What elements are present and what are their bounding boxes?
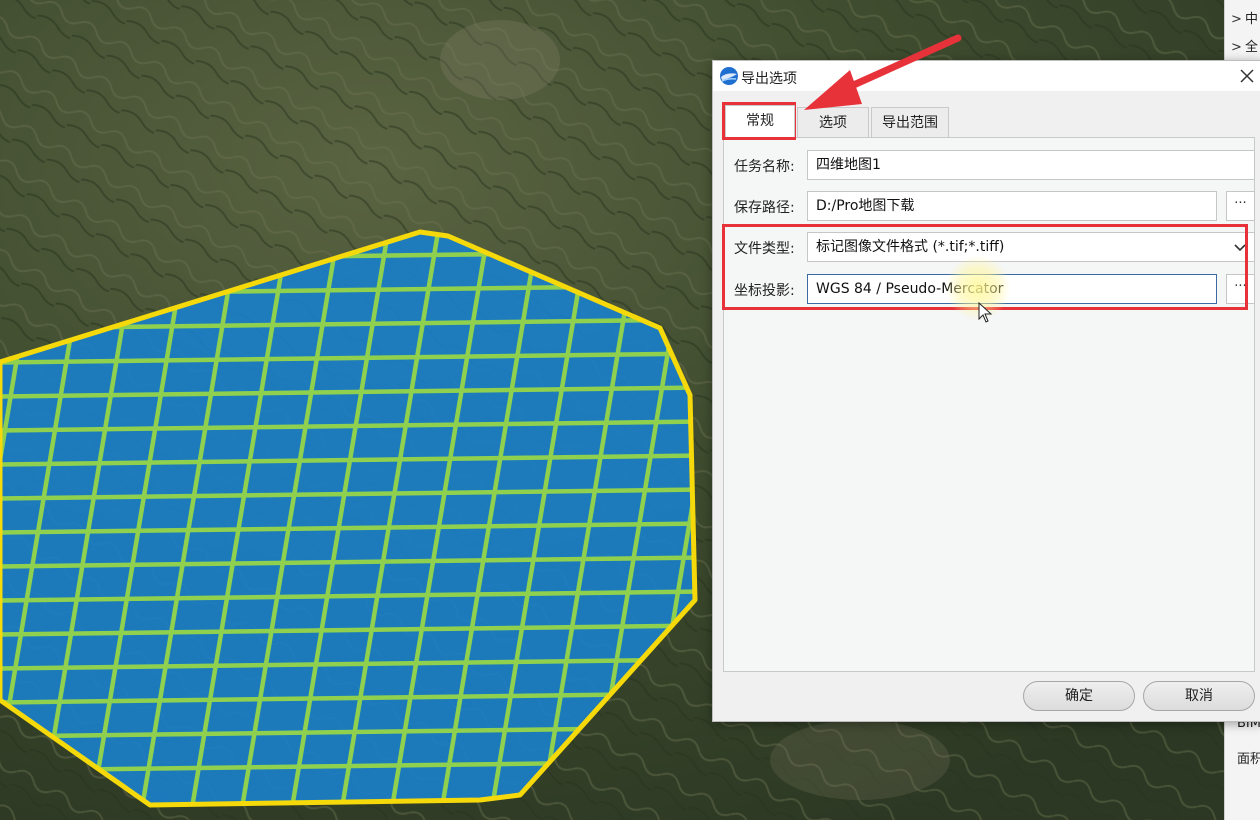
chevron-right-icon: >	[1231, 12, 1242, 27]
browse-path-button[interactable]: ···	[1226, 191, 1255, 221]
globe-icon	[720, 67, 738, 85]
tree-item-label: 中	[1245, 12, 1259, 27]
tree-item-label: 全	[1245, 40, 1259, 55]
cancel-button[interactable]: 取消	[1143, 681, 1255, 711]
ok-button[interactable]: 确定	[1023, 681, 1135, 711]
save-path-input[interactable]: D:/Pro地图下载	[807, 191, 1217, 221]
save-path-label: 保存路径:	[734, 200, 795, 216]
dialog-title: 导出选项	[741, 71, 797, 87]
tree-item-2[interactable]: > 全	[1231, 36, 1258, 55]
side-label-area: 面积	[1237, 752, 1260, 767]
close-icon[interactable]	[1235, 64, 1259, 88]
task-name-input[interactable]: 四维地图1	[807, 150, 1255, 180]
mouse-cursor-icon	[978, 302, 993, 323]
general-panel: 任务名称: 四维地图1 保存路径: D:/Pro地图下载 ··· 文件类型: 标…	[723, 137, 1255, 672]
task-name-label: 任务名称:	[734, 159, 795, 175]
chevron-right-icon: >	[1231, 40, 1242, 55]
export-options-dialog: 导出选项 常规 选项 导出范围 任务名称: 四维地图1 保存路径: D:/Pro…	[712, 60, 1260, 722]
tree-item-1[interactable]: > 中	[1231, 8, 1258, 27]
tab-general[interactable]: 常规	[725, 105, 795, 137]
arrow-annotation-icon	[804, 34, 962, 110]
